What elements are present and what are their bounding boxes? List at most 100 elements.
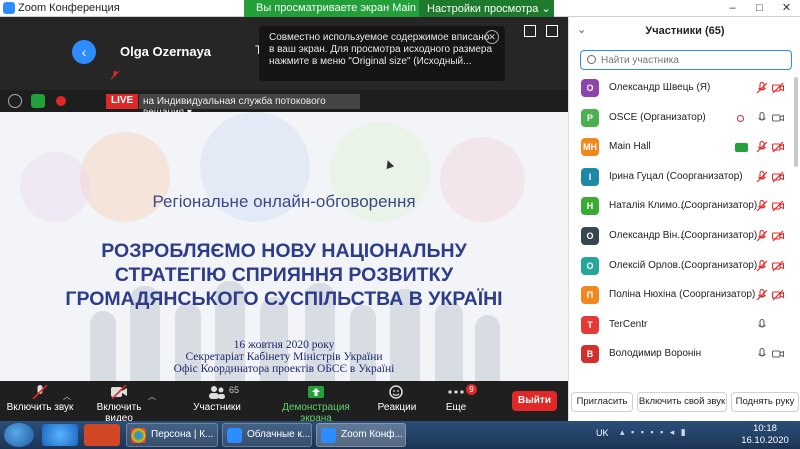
muted-mic-icon: [756, 170, 768, 183]
live-badge: LIVE: [106, 94, 139, 109]
slide-title: РОЗРОБЛЯЄМО НОВУ НАЦІОНАЛЬНУ СТРАТЕГІЮ С…: [0, 239, 568, 311]
zoom-app-icon: [3, 2, 15, 14]
participants-count: 65: [229, 385, 240, 395]
taskbar-task[interactable]: Персона | К...: [126, 423, 218, 447]
participant-name: Володимир Воронін: [609, 348, 702, 360]
video-off-icon: [772, 171, 784, 183]
recording-icon: [737, 114, 744, 122]
more-notification-badge: 9: [466, 384, 477, 395]
participants-icon: [209, 386, 225, 399]
participant-row[interactable]: MH Main Hall: [569, 133, 800, 162]
fit-screen-notice: Совместно используемое содержимое вписан…: [259, 26, 505, 81]
video-options-caret[interactable]: ︿: [148, 391, 156, 402]
video-off-icon: [772, 141, 784, 153]
speaker-strip: ‹ Olga Ozernaya T Совместно используемое…: [0, 17, 568, 90]
shared-slide: Регіональне онлайн-обговорення РОЗРОБЛЯЄ…: [0, 112, 568, 381]
participant-name: Поліна Нюхіна (Соорганизатор): [609, 289, 756, 301]
participant-name: OSCE (Организатор): [609, 111, 706, 123]
participant-row[interactable]: О Олександр Швець (Я): [569, 74, 800, 103]
panel-footer: Пригласить Включить свой звук Поднять ру…: [569, 392, 800, 414]
minimize-button[interactable]: –: [719, 0, 746, 17]
close-button[interactable]: ✕: [773, 0, 800, 17]
participant-name: Наталія Климо...: [609, 200, 686, 212]
start-video-button[interactable]: Включить видео: [82, 385, 156, 424]
title-bar: Zoom Конференция Вы просматриваете экран…: [0, 0, 800, 17]
reactions-button[interactable]: Реакции: [374, 385, 420, 413]
clock-date: 16.10.2020: [741, 435, 789, 446]
slide-org-1: Секретаріат Кабінету Міністрів України: [185, 351, 383, 363]
video-icon: [772, 114, 784, 122]
leave-meeting-button[interactable]: Выйти: [512, 391, 557, 411]
maximize-button[interactable]: □: [746, 0, 773, 17]
raise-hand-button[interactable]: Поднять руку: [731, 392, 799, 412]
muted-mic-icon: [756, 82, 768, 94]
video-area: ‹ Olga Ozernaya T Совместно используемое…: [0, 17, 568, 381]
slide-title-line: РОЗРОБЛЯЄМО НОВУ НАЦІОНАЛЬНУ: [101, 240, 467, 262]
participant-row[interactable]: О Олексій Орлов... (Соорганизатор): [569, 252, 800, 281]
fullscreen-icon[interactable]: [546, 25, 558, 37]
windows-taskbar: Персона | К... Облачные к... Zoom Конф..…: [0, 421, 800, 449]
start-button[interactable]: [4, 423, 34, 447]
shield-icon[interactable]: [31, 94, 45, 108]
participant-row[interactable]: О Олександр Він... (Соорганизатор): [569, 222, 800, 251]
share-screen-button[interactable]: Демонстрация экрана: [266, 385, 366, 424]
avatar: T: [581, 315, 599, 334]
avatar: В: [581, 345, 599, 364]
share-screen-icon: [308, 386, 324, 398]
muted-mic-icon: [756, 289, 768, 301]
panel-title: Участники (65): [645, 25, 725, 37]
participant-row[interactable]: T TerCentr: [569, 311, 800, 340]
participant-row[interactable]: В Володимир Воронін: [569, 340, 800, 369]
close-icon[interactable]: ✕: [485, 30, 499, 44]
mic-icon: [758, 111, 766, 121]
taskbar-task[interactable]: Zoom Конф...: [316, 423, 406, 447]
participant-role: (Соорганизатор): [681, 259, 758, 271]
task-label: Zoom Конф...: [341, 429, 403, 440]
mic-icon: [758, 318, 766, 328]
participant-search[interactable]: [580, 50, 792, 70]
avatar: I: [581, 167, 599, 186]
meeting-toolbar: Включить звук ︿ Включить видео ︿ Участни…: [0, 381, 568, 424]
avatar: О: [581, 79, 599, 97]
back-arrow-icon[interactable]: ‹: [72, 40, 96, 64]
unmute-me-button[interactable]: Включить свой звук: [637, 392, 727, 412]
audio-options-caret[interactable]: ︿: [63, 391, 71, 402]
window-controls: – □ ✕: [719, 0, 800, 17]
avatar: П: [581, 286, 599, 305]
muted-mic-icon: [32, 385, 48, 399]
tray-icons[interactable]: ▴ ▪ ▪ ▪ ▪ ◂ ▮: [620, 427, 730, 441]
muted-mic-icon: [756, 141, 768, 153]
participant-name: Олександр Він...: [609, 230, 686, 241]
list-scrollbar[interactable]: [794, 77, 798, 167]
participant-search-input[interactable]: [601, 53, 786, 67]
participants-panel: ⌄ Участники (65) О Олександр Швець (Я) P OS…: [568, 17, 800, 421]
gallery-view-icon[interactable]: [524, 25, 536, 37]
participant-row[interactable]: P OSCE (Организатор): [569, 104, 800, 133]
taskbar-task[interactable]: Облачные к...: [222, 423, 312, 447]
slide-title-line: ГРОМАДЯНСЬКОГО СУСПІЛЬСТВА В УКРАЇНІ: [65, 288, 503, 310]
language-indicator[interactable]: UK: [596, 428, 609, 438]
participant-row[interactable]: Н Наталія Климо... (Соорганизатор): [569, 192, 800, 221]
participant-role: (Соорганизатор): [681, 200, 758, 212]
zoom-window: Zoom Конференция Вы просматриваете экран…: [0, 0, 800, 449]
video-icon: [772, 350, 784, 358]
muted-mic-icon: [110, 70, 120, 80]
view-options-button[interactable]: Настройки просмотра ⌄: [419, 0, 554, 17]
live-stream-dropdown[interactable]: на Индивидуальная служба потокового веща…: [139, 94, 360, 118]
avatar: О: [581, 227, 599, 245]
participant-name: Ірина Гуцал (Соорганизатор): [609, 170, 743, 182]
info-icon[interactable]: [8, 94, 22, 108]
participant-row[interactable]: I Ірина Гуцал (Соорганизатор): [569, 163, 800, 192]
muted-mic-icon: [756, 259, 768, 272]
presentation-app-icon[interactable]: [84, 424, 120, 446]
slide-date: 16 жовтня 2020 року: [233, 339, 335, 351]
speaker-name: Olga Ozernaya: [120, 44, 212, 59]
internet-explorer-icon[interactable]: [42, 424, 78, 446]
share-banner-text: Вы просматриваете экран Main Hall: [256, 2, 439, 14]
mic-icon: [758, 348, 766, 357]
more-label: Еще: [445, 402, 467, 413]
participant-row[interactable]: П Поліна Нюхіна (Соорганизатор): [569, 281, 800, 310]
invite-button[interactable]: Пригласить: [571, 392, 633, 412]
taskbar-clock[interactable]: 10:18 16.10.2020: [740, 423, 790, 447]
avatar: P: [581, 108, 599, 127]
